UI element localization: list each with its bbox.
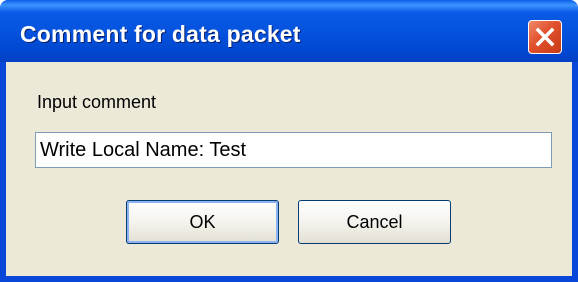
title-bar[interactable]: Comment for data packet: [0, 0, 578, 62]
input-comment-label: Input comment: [37, 92, 157, 112]
comment-dialog: Comment for data packet Input comment OK…: [0, 0, 578, 282]
ok-button[interactable]: OK: [126, 200, 279, 244]
close-button[interactable]: [528, 20, 562, 54]
dialog-body: Input comment OK Cancel: [6, 62, 572, 276]
close-icon: [535, 27, 555, 47]
cancel-button[interactable]: Cancel: [298, 200, 451, 244]
comment-input[interactable]: [35, 132, 552, 168]
dialog-title: Comment for data packet: [20, 21, 301, 47]
